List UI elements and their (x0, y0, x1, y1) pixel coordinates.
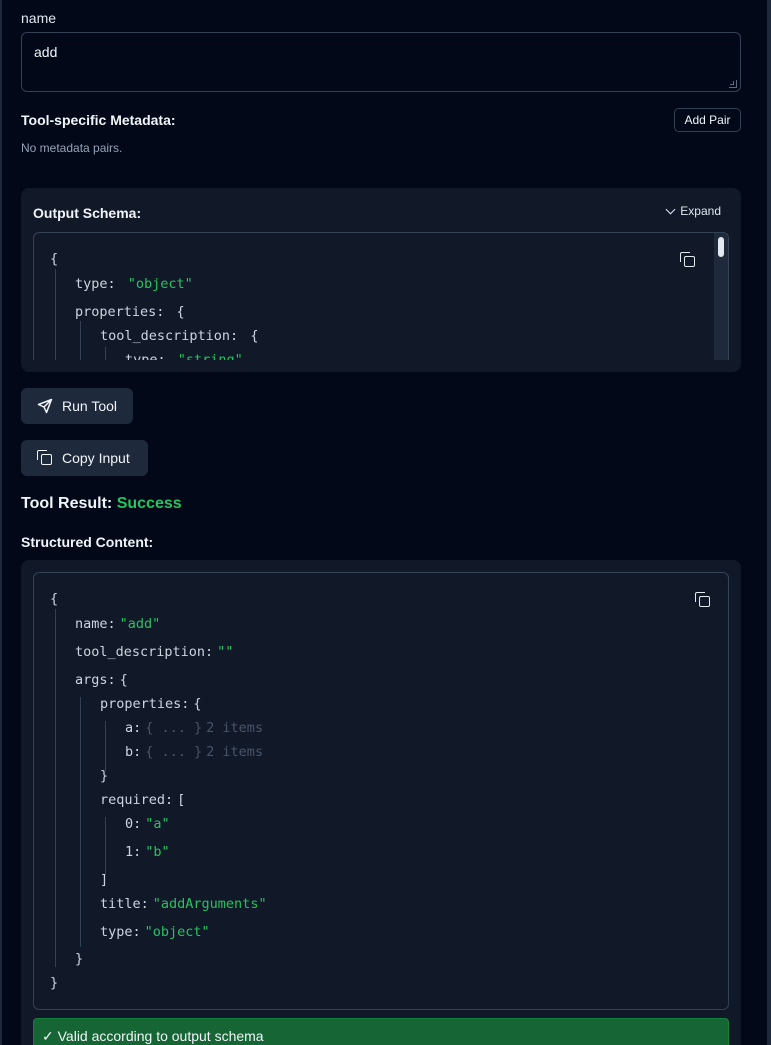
add-pair-button[interactable]: Add Pair (674, 108, 741, 132)
json-key: args: (75, 672, 116, 688)
tool-result-status: Success (116, 495, 182, 512)
json-string: "object" (127, 276, 193, 292)
schema-scrollbar[interactable] (714, 233, 728, 360)
copy-input-button[interactable]: Copy Input (21, 440, 148, 476)
json-line: type: "object" (100, 923, 210, 941)
json-key: title: (100, 896, 149, 912)
json-key: tool_description: (100, 328, 239, 344)
indent-guide (105, 347, 106, 360)
resize-grip-icon[interactable] (729, 80, 737, 88)
json-string: "object" (144, 924, 210, 940)
structured-content-card: { name: "add" tool_description: "" args: { … (21, 560, 741, 1045)
json-brace: } (75, 951, 84, 967)
tool-result-heading: Tool Result: Success (21, 495, 182, 513)
indent-guide (105, 721, 106, 771)
name-label: name (21, 10, 57, 26)
send-icon (37, 398, 53, 414)
json-line: type: "object" (75, 275, 193, 293)
json-line: tool_description: "" (75, 643, 233, 661)
json-key: name: (75, 616, 116, 632)
json-key: a: (125, 720, 142, 736)
run-tool-button[interactable]: Run Tool (21, 388, 133, 424)
json-string: "addArguments" (152, 896, 267, 912)
copy-icon[interactable] (694, 591, 712, 609)
copy-input-label: Copy Input (62, 450, 130, 466)
metadata-title: Tool-specific Metadata: (21, 112, 176, 128)
json-string: "" (217, 644, 234, 660)
indent-guide (105, 817, 106, 875)
panel-left-border (0, 0, 2, 1045)
json-line: type: "string" (125, 351, 243, 360)
json-key: type: (100, 924, 141, 940)
json-key: tool_description: (75, 644, 214, 660)
json-brace: { (176, 304, 185, 320)
copy-icon[interactable] (679, 251, 697, 269)
json-line: 0: "a" (125, 815, 170, 833)
copy-icon (37, 450, 53, 466)
json-string: "a" (145, 816, 170, 832)
scrollbar-thumb[interactable] (718, 237, 724, 257)
json-bracket: [ (177, 792, 186, 808)
json-string: "add" (119, 616, 161, 632)
json-key: type: (125, 352, 166, 360)
json-line: properties:{ (100, 695, 202, 713)
json-key: type: (75, 276, 116, 292)
json-line[interactable]: a:{ ... } 2 items (125, 719, 263, 737)
collapsed-object[interactable]: { ... } (145, 720, 202, 736)
json-string: "b" (145, 844, 170, 860)
json-line: 1: "b" (125, 843, 170, 861)
structured-content-title: Structured Content: (21, 534, 154, 550)
structured-content-viewer[interactable]: { name: "add" tool_description: "" args: { … (33, 572, 729, 1010)
json-line: name: "add" (75, 615, 160, 633)
json-line: required:[ (100, 791, 185, 809)
expand-label: Expand (680, 204, 721, 218)
json-brace: { (250, 328, 259, 344)
indent-guide (55, 609, 56, 967)
output-schema-viewer[interactable]: { type: "object" properties: { tool_desc… (33, 232, 729, 360)
json-brace: { (119, 672, 128, 688)
indent-guide (55, 269, 56, 360)
json-line: args:{ (75, 671, 128, 689)
json-key: 1: (125, 844, 142, 860)
metadata-empty-text: No metadata pairs. (21, 141, 123, 155)
json-brace: } (100, 768, 109, 784)
json-line: properties: { (75, 303, 185, 321)
json-line: title: "addArguments" (100, 895, 267, 913)
json-key: 0: (125, 816, 142, 832)
run-tool-label: Run Tool (62, 398, 118, 414)
indent-guide (80, 697, 81, 947)
json-brace: { (50, 591, 59, 607)
validation-banner: ✓ Valid according to output schema (33, 1018, 729, 1045)
indent-guide (80, 321, 81, 360)
json-line: tool_description: { (100, 327, 258, 345)
json-brace: { (50, 251, 59, 267)
collapsed-object[interactable]: { ... } (145, 744, 202, 760)
expand-button[interactable]: Expand (665, 204, 721, 218)
json-line[interactable]: b:{ ... } 2 items (125, 743, 263, 761)
output-schema-title: Output Schema: (33, 205, 142, 221)
json-key: required: (100, 792, 174, 808)
window-scrollbar[interactable] (767, 0, 771, 1045)
chevron-down-icon (665, 204, 676, 214)
json-key: properties: (75, 304, 165, 320)
name-input-value: add (34, 44, 58, 60)
json-key: properties: (100, 696, 190, 712)
json-key: b: (125, 744, 142, 760)
json-string: "string" (177, 352, 243, 360)
item-count: 2 items (206, 744, 264, 760)
json-brace: } (50, 975, 59, 991)
output-schema-card: Output Schema: Expand { type: "object" p… (21, 188, 741, 372)
json-brace: { (193, 696, 202, 712)
item-count: 2 items (206, 720, 264, 736)
json-bracket: ] (100, 872, 109, 888)
name-input[interactable]: add (21, 32, 741, 92)
tool-result-label: Tool Result: (21, 495, 113, 512)
